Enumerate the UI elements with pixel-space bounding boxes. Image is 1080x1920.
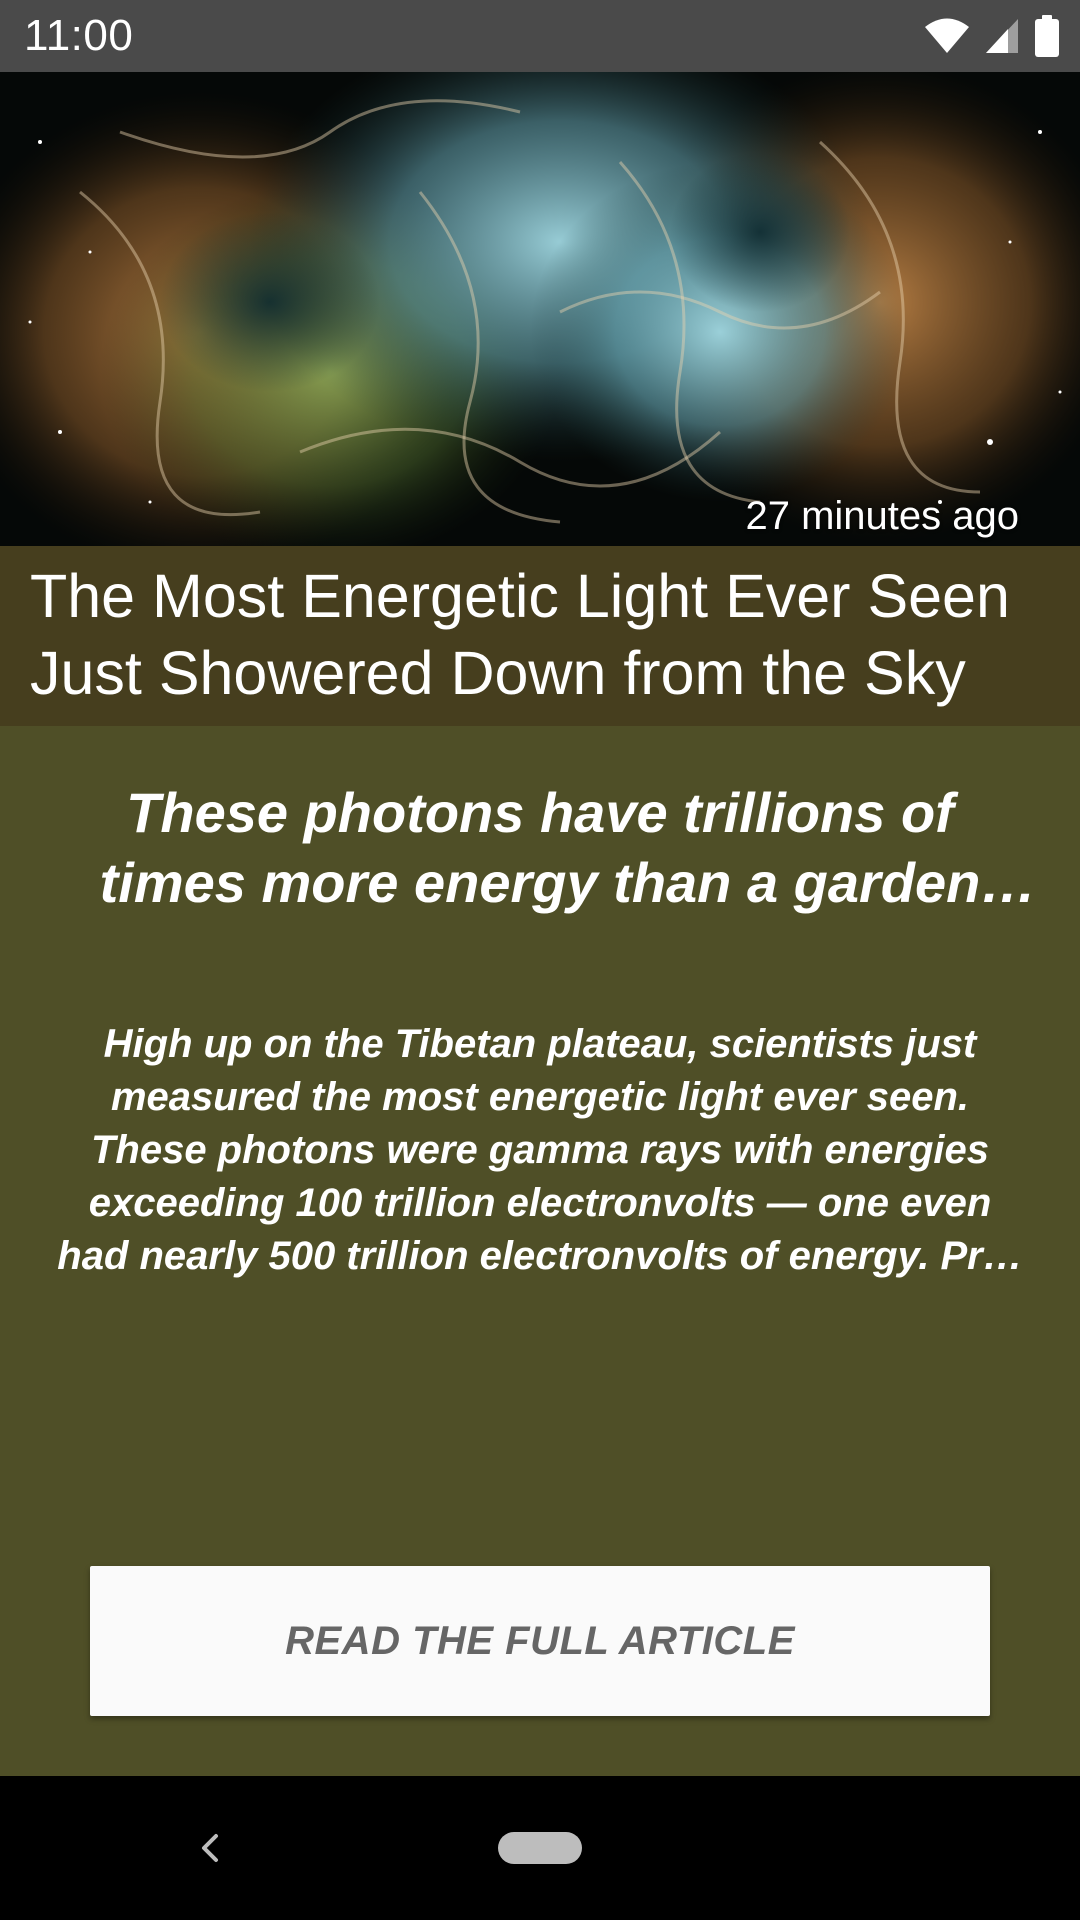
navigation-bar [0,1776,1080,1920]
cellular-signal-icon [986,19,1018,53]
status-time: 11:00 [24,11,134,60]
wifi-icon [925,18,969,53]
crab-nebula-image [0,72,1080,546]
read-full-article-button[interactable]: READ THE FULL ARTICLE [90,1566,990,1716]
home-pill-icon[interactable] [498,1832,582,1864]
hero-image[interactable]: 27 minutes ago [0,72,1080,546]
back-icon[interactable] [188,1820,228,1876]
status-bar: 11:00 [0,0,1080,72]
article-subtitle: These photons have trillions of times mo… [99,781,981,914]
article-summary: High up on the Tibetan plateau, scientis… [57,1022,1023,1278]
article-title: The Most Energetic Light Ever Seen Just … [30,562,1010,726]
status-icons [924,14,1060,58]
article-content: These photons have trillions of times mo… [0,726,1080,1776]
article-title-band[interactable]: The Most Energetic Light Ever Seen Just … [0,546,1080,726]
battery-icon [1035,15,1059,57]
app-screen: 11:00 27 minutes ago The Most Energetic … [0,0,1080,1920]
article-timestamp: 27 minutes ago [745,494,1019,538]
